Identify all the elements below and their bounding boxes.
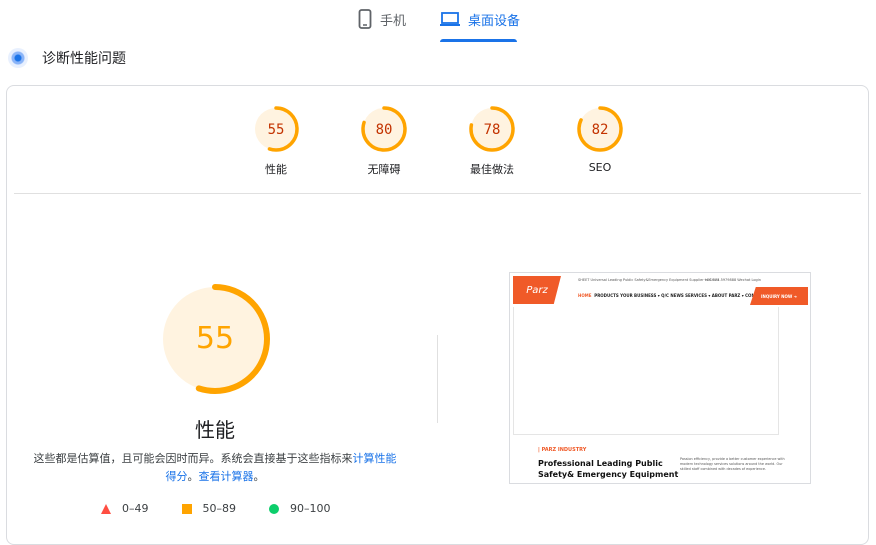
phone-icon	[358, 9, 372, 29]
device-tabs: 手机 桌面设备	[0, 0, 876, 44]
screenshot-paragraph: Passion efficiency, provide a better cus…	[680, 457, 785, 471]
legend-fail: 0–49	[100, 502, 149, 515]
gauge-best-practices-label: 最佳做法	[470, 163, 514, 176]
screenshot-inquiry-button: INQUIRY NOW ➜	[750, 287, 808, 305]
legend-fail-range: 0–49	[122, 502, 149, 515]
section-title: 诊断性能问题	[42, 51, 126, 67]
page-screenshot[interactable]: Parz SHEET Universal Leading Public Safe…	[509, 272, 811, 484]
score-legend: 0–49 50–89 90–100	[100, 502, 363, 515]
tab-mobile-label: 手机	[380, 13, 407, 29]
description-sep: 。	[187, 470, 199, 483]
gauge-seo[interactable]: 82 SEO	[565, 105, 635, 174]
gauge-performance-ring: 55	[253, 106, 299, 152]
gauge-accessibility-ring: 80	[361, 106, 407, 152]
gauge-accessibility[interactable]: 80 无障碍	[349, 105, 419, 177]
screenshot-contact2: +86-577-5979888 Wechat Login	[704, 278, 761, 282]
diagnose-header: 诊断性能问题	[8, 48, 126, 68]
legend-average-range: 50–89	[202, 502, 237, 515]
gauge-best-practices-ring: 78	[469, 106, 515, 152]
gauge-accessibility-label: 无障碍	[367, 163, 401, 176]
screenshot-tag: | PARZ INDUSTRY	[538, 447, 587, 453]
gauge-accessibility-score: 80	[376, 122, 393, 138]
screenshot-nav-items: PRODUCTS YOUR BUSINESS ▾ Q/C NEWS SERVIC…	[594, 293, 766, 298]
gauge-seo-score: 82	[592, 122, 609, 138]
description-end: 。	[253, 470, 265, 483]
tab-desktop[interactable]: 桌面设备	[440, 8, 520, 30]
tab-desktop-label: 桌面设备	[468, 13, 521, 29]
view-calculator-link[interactable]: 查看计算器	[199, 470, 254, 483]
screenshot-contact: SHEET Universal Leading Public Safety&Em…	[578, 278, 720, 282]
performance-main-gauge: 55	[160, 284, 270, 394]
section-divider	[14, 193, 861, 194]
gauge-performance[interactable]: 55 性能	[241, 105, 311, 177]
screenshot-nav: HOME PRODUCTS YOUR BUSINESS ▾ Q/C NEWS S…	[578, 293, 766, 298]
screenshot-logo: Parz	[513, 276, 561, 304]
screenshot-hero-frame	[513, 307, 779, 435]
screenshot-heading-line2: Safety& Emergency Equipment	[538, 470, 679, 479]
legend-pass-range: 90–100	[290, 502, 331, 515]
desktop-icon	[440, 12, 460, 26]
gauge-best-practices[interactable]: 78 最佳做法	[457, 105, 527, 177]
average-square-icon	[181, 503, 192, 514]
fail-triangle-icon	[101, 503, 111, 514]
gauge-performance-score: 55	[268, 122, 285, 138]
gauge-performance-label: 性能	[265, 163, 287, 176]
performance-pulse-icon	[8, 48, 28, 68]
screenshot-heading: Professional Leading Public Safety& Emer…	[538, 458, 678, 480]
vertical-divider	[437, 335, 438, 423]
performance-main-score: 55	[196, 321, 234, 356]
gauge-best-practices-score: 78	[484, 122, 501, 138]
performance-main-title: 性能	[195, 418, 235, 442]
tab-mobile[interactable]: 手机	[358, 8, 406, 30]
performance-description: 这些都是估算值，且可能会因时而异。系统会直接基于这些指标来计算性能得分。查看计算…	[30, 450, 400, 486]
legend-pass: 90–100	[268, 502, 331, 515]
legend-average: 50–89	[181, 502, 237, 515]
screenshot-nav-home: HOME	[578, 293, 592, 298]
screenshot-heading-line1: Professional Leading Public	[538, 459, 663, 468]
pass-circle-icon	[269, 503, 279, 514]
screenshot-header: Parz SHEET Universal Leading Public Safe…	[510, 273, 810, 307]
gauge-seo-label: SEO	[588, 161, 612, 174]
active-tab-indicator	[440, 39, 517, 42]
description-text: 这些都是估算值，且可能会因时而异。系统会直接基于这些指标来	[33, 452, 353, 465]
gauge-seo-ring: 82	[577, 106, 623, 152]
